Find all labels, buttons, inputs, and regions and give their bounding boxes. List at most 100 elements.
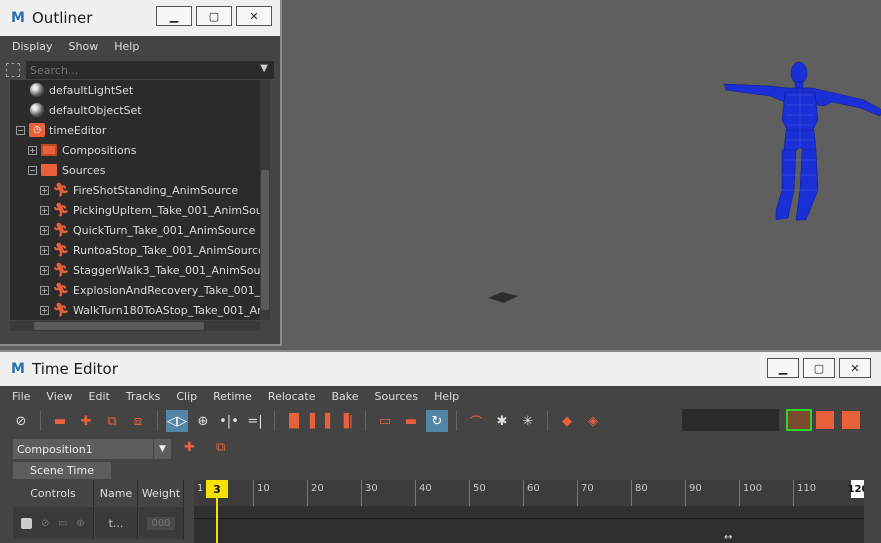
menu-sources[interactable]: Sources — [367, 390, 427, 403]
mute-icon[interactable]: ⊘ — [41, 518, 49, 529]
outliner-window: M Outliner ▁ ▢ ✕ Display Show Help ▼ def… — [0, 0, 282, 346]
expand-icon[interactable]: + — [40, 285, 49, 295]
tree-item-label: defaultObjectSet — [49, 103, 142, 117]
time-editor-titlebar[interactable]: M Time Editor ▁ ▢ ✕ — [0, 352, 881, 386]
cycle-icon[interactable]: ↻ — [426, 410, 448, 432]
loop-icon[interactable]: ▭ — [374, 410, 396, 432]
close-button[interactable]: ✕ — [236, 6, 272, 26]
create-clip-icon[interactable]: ◆ — [556, 410, 578, 432]
close-button[interactable]: ✕ — [839, 358, 871, 378]
expand-icon[interactable]: + — [40, 305, 49, 315]
time-ruler[interactable]: 1 10 20 30 40 50 60 70 80 90 100 110 — [194, 480, 864, 506]
tree-item-defaultLightSet[interactable]: defaultLightSet — [30, 80, 133, 100]
expand-icon[interactable]: + — [40, 225, 49, 235]
expand-icon[interactable]: + — [40, 185, 49, 195]
track-name[interactable]: t... — [95, 507, 138, 539]
chevron-down-icon[interactable]: ▼ — [153, 439, 171, 459]
menu-file[interactable]: File — [4, 390, 38, 403]
tree-item-anim-source[interactable]: + 🏃︎ RuntoaStop_Take_001_AnimSource — [40, 240, 260, 260]
snap-icon[interactable]: =| — [244, 410, 266, 432]
search-input[interactable] — [30, 63, 274, 77]
running-man-icon: 🏃︎ — [52, 282, 70, 298]
move-tool-icon[interactable]: ◁▷ — [166, 410, 188, 432]
tree-item-compositions[interactable]: + Compositions — [28, 140, 136, 160]
track-enable-checkbox[interactable] — [21, 517, 33, 529]
view-mode-icon[interactable] — [786, 409, 812, 431]
menu-bake[interactable]: Bake — [324, 390, 367, 403]
menu-display[interactable]: Display — [4, 40, 61, 53]
end-frame-marker[interactable]: 120 — [848, 480, 868, 498]
mute-icon[interactable]: ⊘ — [10, 410, 32, 432]
tree-item-anim-source[interactable]: + 🏃︎ StaggerWalk3_Take_001_AnimSourc — [40, 260, 260, 280]
collapse-icon[interactable]: − — [28, 165, 37, 175]
tree-item-anim-source[interactable]: + 🏃︎ PickingUpItem_Take_001_AnimSourc — [40, 200, 260, 220]
search-dropdown-icon[interactable]: ▼ — [260, 63, 268, 74]
trim-end-icon[interactable]: ▌▐ — [309, 410, 331, 432]
menu-help[interactable]: Help — [426, 390, 467, 403]
grid-view-icon[interactable] — [816, 411, 834, 429]
tree-item-label: Sources — [62, 163, 106, 177]
speed-curve-icon[interactable]: ⌒ — [465, 410, 487, 432]
scroll-thumb[interactable] — [261, 170, 269, 310]
weight-field[interactable]: 000 — [147, 516, 175, 530]
lock-icon[interactable]: ⊕ — [76, 518, 84, 529]
maximize-button[interactable]: ▢ — [196, 6, 232, 26]
tree-item-timeEditor[interactable]: − ◷ timeEditor — [16, 120, 106, 140]
tick-label: 60 — [527, 483, 540, 494]
tree-item-defaultObjectSet[interactable]: defaultObjectSet — [30, 100, 142, 120]
time-editor-window: M Time Editor ▁ ▢ ✕ File View Edit Track… — [0, 350, 881, 543]
vertical-scrollbar[interactable] — [260, 80, 270, 320]
tree-item-label: PickingUpItem_Take_001_AnimSourc — [73, 203, 260, 217]
trim-start-icon[interactable]: ▐▌ — [283, 410, 305, 432]
timeline-scrollbar[interactable] — [864, 480, 881, 543]
menu-view[interactable]: View — [38, 390, 80, 403]
tick-label: 100 — [743, 483, 763, 494]
tree-item-anim-source[interactable]: + 🏃︎ QuickTurn_Take_001_AnimSource — [40, 220, 255, 240]
composition-select[interactable]: Composition1 ▼ — [13, 439, 171, 459]
timeline-track-area[interactable]: ↔ — [194, 506, 864, 543]
minimize-button[interactable]: ▁ — [767, 358, 799, 378]
tree-item-anim-source[interactable]: + 🏃︎ ExplosionAndRecovery_Take_001_An — [40, 280, 260, 300]
maximize-button[interactable]: ▢ — [803, 358, 835, 378]
character-remove-icon[interactable]: ✳ — [517, 410, 539, 432]
expand-icon[interactable]: + — [40, 265, 49, 275]
tree-item-anim-source[interactable]: + 🏃︎ WalkTurn180ToAStop_Take_001_Anin — [40, 300, 260, 320]
character-add-icon[interactable]: ✱ — [491, 410, 513, 432]
filter-icon[interactable] — [6, 63, 20, 77]
menu-tracks[interactable]: Tracks — [118, 390, 169, 403]
tick-label: 50 — [473, 483, 486, 494]
solo-icon[interactable]: ▭ — [58, 518, 67, 529]
scroll-thumb[interactable] — [34, 322, 204, 330]
expand-icon[interactable]: + — [40, 205, 49, 215]
expand-icon[interactable]: + — [40, 245, 49, 255]
menu-show[interactable]: Show — [61, 40, 107, 53]
tree-item-sources[interactable]: − Sources — [28, 160, 106, 180]
duplicate-composition-icon[interactable]: ⧉ — [216, 440, 234, 458]
menu-help[interactable]: Help — [106, 40, 147, 53]
add-composition-icon[interactable]: ✚ — [184, 440, 202, 458]
add-clip-icon[interactable]: ✚ — [75, 410, 97, 432]
menu-edit[interactable]: Edit — [81, 390, 118, 403]
current-frame-marker[interactable]: 3 — [206, 480, 228, 498]
split-icon[interactable]: ▐| — [335, 410, 357, 432]
minimize-button[interactable]: ▁ — [156, 6, 192, 26]
expand-icon[interactable]: + — [28, 145, 37, 155]
ripple-icon[interactable]: •|• — [218, 410, 240, 432]
hold-icon[interactable]: ▬ — [400, 410, 422, 432]
add-track-icon[interactable]: ▬ — [49, 410, 71, 432]
export-clip-icon[interactable]: ◈ — [582, 410, 604, 432]
running-man-icon: 🏃︎ — [52, 222, 70, 238]
frame-field[interactable] — [682, 409, 779, 431]
horizontal-scrollbar[interactable] — [10, 321, 260, 331]
menu-retime[interactable]: Retime — [205, 390, 260, 403]
group-icon[interactable]: ⧉ — [101, 410, 123, 432]
image-view-icon[interactable] — [842, 411, 860, 429]
tab-scene-time[interactable]: Scene Time — [13, 462, 111, 479]
scale-tool-icon[interactable]: ⊕ — [192, 410, 214, 432]
outliner-titlebar[interactable]: M Outliner ▁ ▢ ✕ — [0, 0, 280, 36]
ungroup-icon[interactable]: ⧈ — [127, 410, 149, 432]
menu-relocate[interactable]: Relocate — [260, 390, 324, 403]
tree-item-anim-source[interactable]: + 🏃︎ FireShotStanding_AnimSource — [40, 180, 238, 200]
menu-clip[interactable]: Clip — [168, 390, 205, 403]
collapse-icon[interactable]: − — [16, 125, 25, 135]
